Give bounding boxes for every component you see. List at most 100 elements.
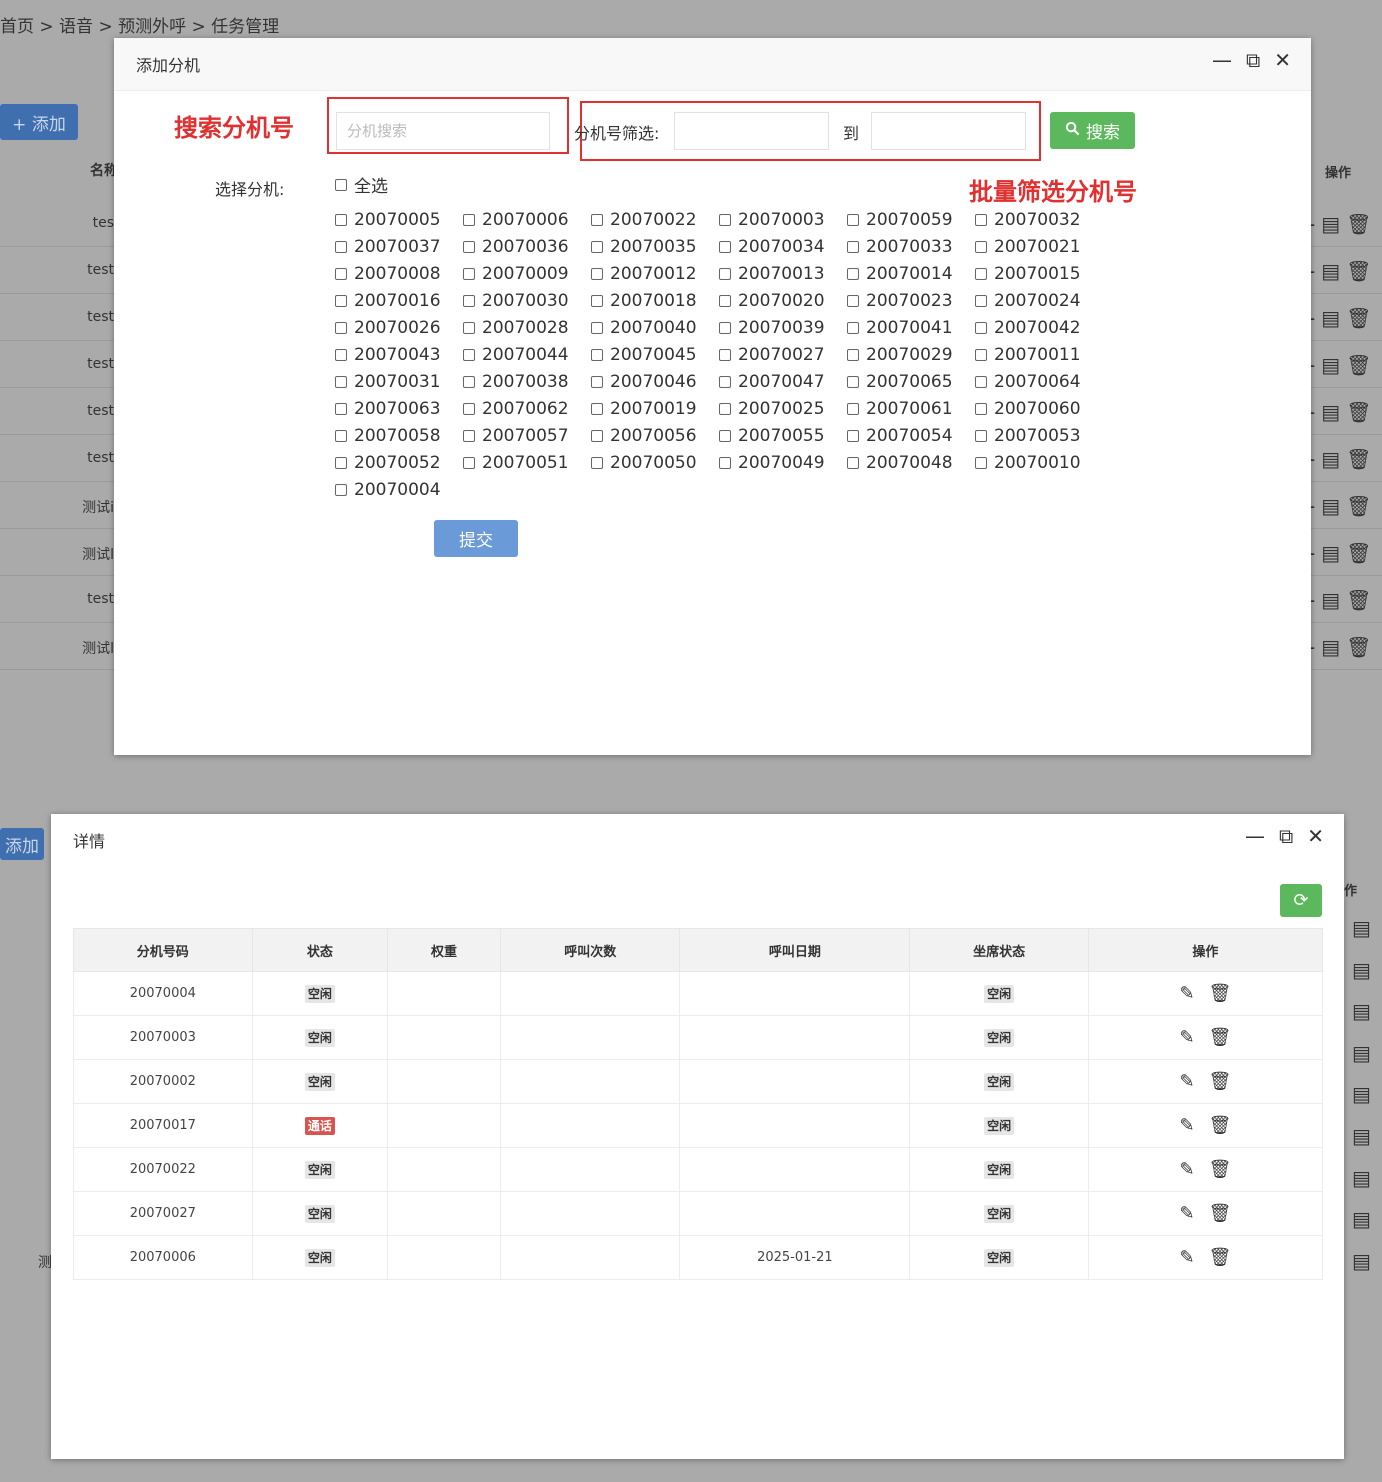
checkbox-box[interactable]: [975, 267, 987, 280]
extension-checkbox[interactable]: 20070047: [719, 368, 847, 395]
select-all-checkbox[interactable]: 全选: [335, 172, 388, 197]
search-button[interactable]: 搜索: [1050, 112, 1135, 149]
extension-checkbox[interactable]: 20070064: [975, 368, 1103, 395]
checkbox-box[interactable]: [463, 321, 475, 334]
trash-icon[interactable]: 🗑: [1209, 1159, 1232, 1180]
checkbox-box[interactable]: [975, 402, 987, 415]
extension-checkbox[interactable]: 20070055: [719, 422, 847, 449]
checkbox-box[interactable]: [463, 213, 475, 226]
extension-checkbox[interactable]: 20070054: [847, 422, 975, 449]
extension-checkbox[interactable]: 20070036: [463, 233, 591, 260]
checkbox-box[interactable]: [463, 294, 475, 307]
checkbox-box[interactable]: [847, 294, 859, 307]
copy-icon[interactable]: ▤: [1321, 494, 1346, 518]
checkbox-box[interactable]: [719, 348, 731, 361]
checkbox-box[interactable]: [719, 429, 731, 442]
checkbox-box[interactable]: [975, 456, 987, 469]
checkbox-box[interactable]: [591, 348, 603, 361]
trash-icon[interactable]: 🗑: [1346, 353, 1377, 377]
checkbox-box[interactable]: [591, 294, 603, 307]
checkbox-box[interactable]: [847, 267, 859, 280]
extension-checkbox[interactable]: 20070030: [463, 287, 591, 314]
checkbox-box[interactable]: [847, 240, 859, 253]
extension-checkbox[interactable]: 20070039: [719, 314, 847, 341]
minimize-icon[interactable]: —: [1212, 50, 1232, 70]
checkbox-box[interactable]: [591, 429, 603, 442]
extension-checkbox[interactable]: 20070049: [719, 449, 847, 476]
extension-checkbox[interactable]: 20070034: [719, 233, 847, 260]
copy-icon[interactable]: ▤: [1321, 588, 1346, 612]
extension-checkbox[interactable]: 20070052: [335, 449, 463, 476]
copy-icon[interactable]: ▤: [1321, 447, 1346, 471]
checkbox-box[interactable]: [335, 213, 347, 226]
extension-checkbox[interactable]: 20070005: [335, 206, 463, 233]
checkbox-box[interactable]: [975, 375, 987, 388]
checkbox-box[interactable]: [335, 402, 347, 415]
checkbox-box[interactable]: [975, 294, 987, 307]
checkbox-box[interactable]: [719, 402, 731, 415]
extension-checkbox[interactable]: 20070050: [591, 449, 719, 476]
checkbox-box[interactable]: [335, 321, 347, 334]
maximize-icon[interactable]: ⧉: [1246, 50, 1260, 70]
copy-icon[interactable]: ▤: [1352, 1041, 1371, 1065]
checkbox-box[interactable]: [719, 213, 731, 226]
checkbox-box[interactable]: [463, 375, 475, 388]
trash-icon[interactable]: 🗑: [1209, 1203, 1232, 1224]
checkbox-box[interactable]: [335, 267, 347, 280]
extension-checkbox[interactable]: 20070028: [463, 314, 591, 341]
copy-icon[interactable]: ▤: [1321, 541, 1346, 565]
extension-checkbox[interactable]: 20070053: [975, 422, 1103, 449]
extension-checkbox[interactable]: 20070040: [591, 314, 719, 341]
copy-icon[interactable]: ▤: [1321, 635, 1346, 659]
extension-checkbox[interactable]: 20070056: [591, 422, 719, 449]
copy-icon[interactable]: ▤: [1352, 1124, 1371, 1148]
checkbox-box[interactable]: [847, 321, 859, 334]
copy-icon[interactable]: ▤: [1352, 1166, 1371, 1190]
submit-button[interactable]: 提交: [434, 520, 518, 557]
trash-icon[interactable]: 🗑: [1346, 635, 1377, 659]
filter-to-input[interactable]: [871, 112, 1026, 150]
extension-checkbox[interactable]: 20070041: [847, 314, 975, 341]
checkbox-box[interactable]: [719, 294, 731, 307]
checkbox-box[interactable]: [335, 294, 347, 307]
checkbox-box[interactable]: [975, 321, 987, 334]
extension-checkbox[interactable]: 20070020: [719, 287, 847, 314]
extension-checkbox[interactable]: 20070033: [847, 233, 975, 260]
extension-checkbox[interactable]: 20070046: [591, 368, 719, 395]
extension-checkbox[interactable]: 20070038: [463, 368, 591, 395]
extension-checkbox[interactable]: 20070061: [847, 395, 975, 422]
extension-checkbox[interactable]: 20070045: [591, 341, 719, 368]
trash-icon[interactable]: 🗑: [1346, 306, 1377, 330]
checkbox-box[interactable]: [463, 267, 475, 280]
extension-checkbox[interactable]: 20070004: [335, 476, 463, 503]
extension-checkbox[interactable]: 20070012: [591, 260, 719, 287]
extension-checkbox[interactable]: 20070022: [591, 206, 719, 233]
extension-checkbox[interactable]: 20070042: [975, 314, 1103, 341]
extension-checkbox[interactable]: 20070037: [335, 233, 463, 260]
checkbox-box[interactable]: [719, 375, 731, 388]
pencil-icon[interactable]: ✎: [1179, 1071, 1194, 1092]
checkbox-box[interactable]: [591, 267, 603, 280]
trash-icon[interactable]: 🗑: [1346, 400, 1377, 424]
checkbox-box[interactable]: [975, 240, 987, 253]
checkbox-box[interactable]: [335, 375, 347, 388]
trash-icon[interactable]: 🗑: [1209, 1247, 1232, 1268]
extension-checkbox[interactable]: 20070014: [847, 260, 975, 287]
checkbox-box[interactable]: [719, 321, 731, 334]
checkbox-box[interactable]: [719, 267, 731, 280]
extension-checkbox[interactable]: 20070031: [335, 368, 463, 395]
trash-icon[interactable]: 🗑: [1346, 447, 1377, 471]
pencil-icon[interactable]: ✎: [1179, 1115, 1194, 1136]
extension-checkbox[interactable]: 20070051: [463, 449, 591, 476]
extension-checkbox[interactable]: 20070057: [463, 422, 591, 449]
extension-checkbox[interactable]: 20070035: [591, 233, 719, 260]
copy-icon[interactable]: ▤: [1352, 999, 1371, 1023]
minimize-icon[interactable]: —: [1245, 826, 1265, 846]
extension-checkbox[interactable]: 20070044: [463, 341, 591, 368]
extension-checkbox[interactable]: 20070062: [463, 395, 591, 422]
checkbox-box[interactable]: [335, 483, 347, 496]
extension-checkbox[interactable]: 20070019: [591, 395, 719, 422]
checkbox-box[interactable]: [847, 456, 859, 469]
checkbox-box[interactable]: [591, 213, 603, 226]
checkbox-box[interactable]: [847, 429, 859, 442]
